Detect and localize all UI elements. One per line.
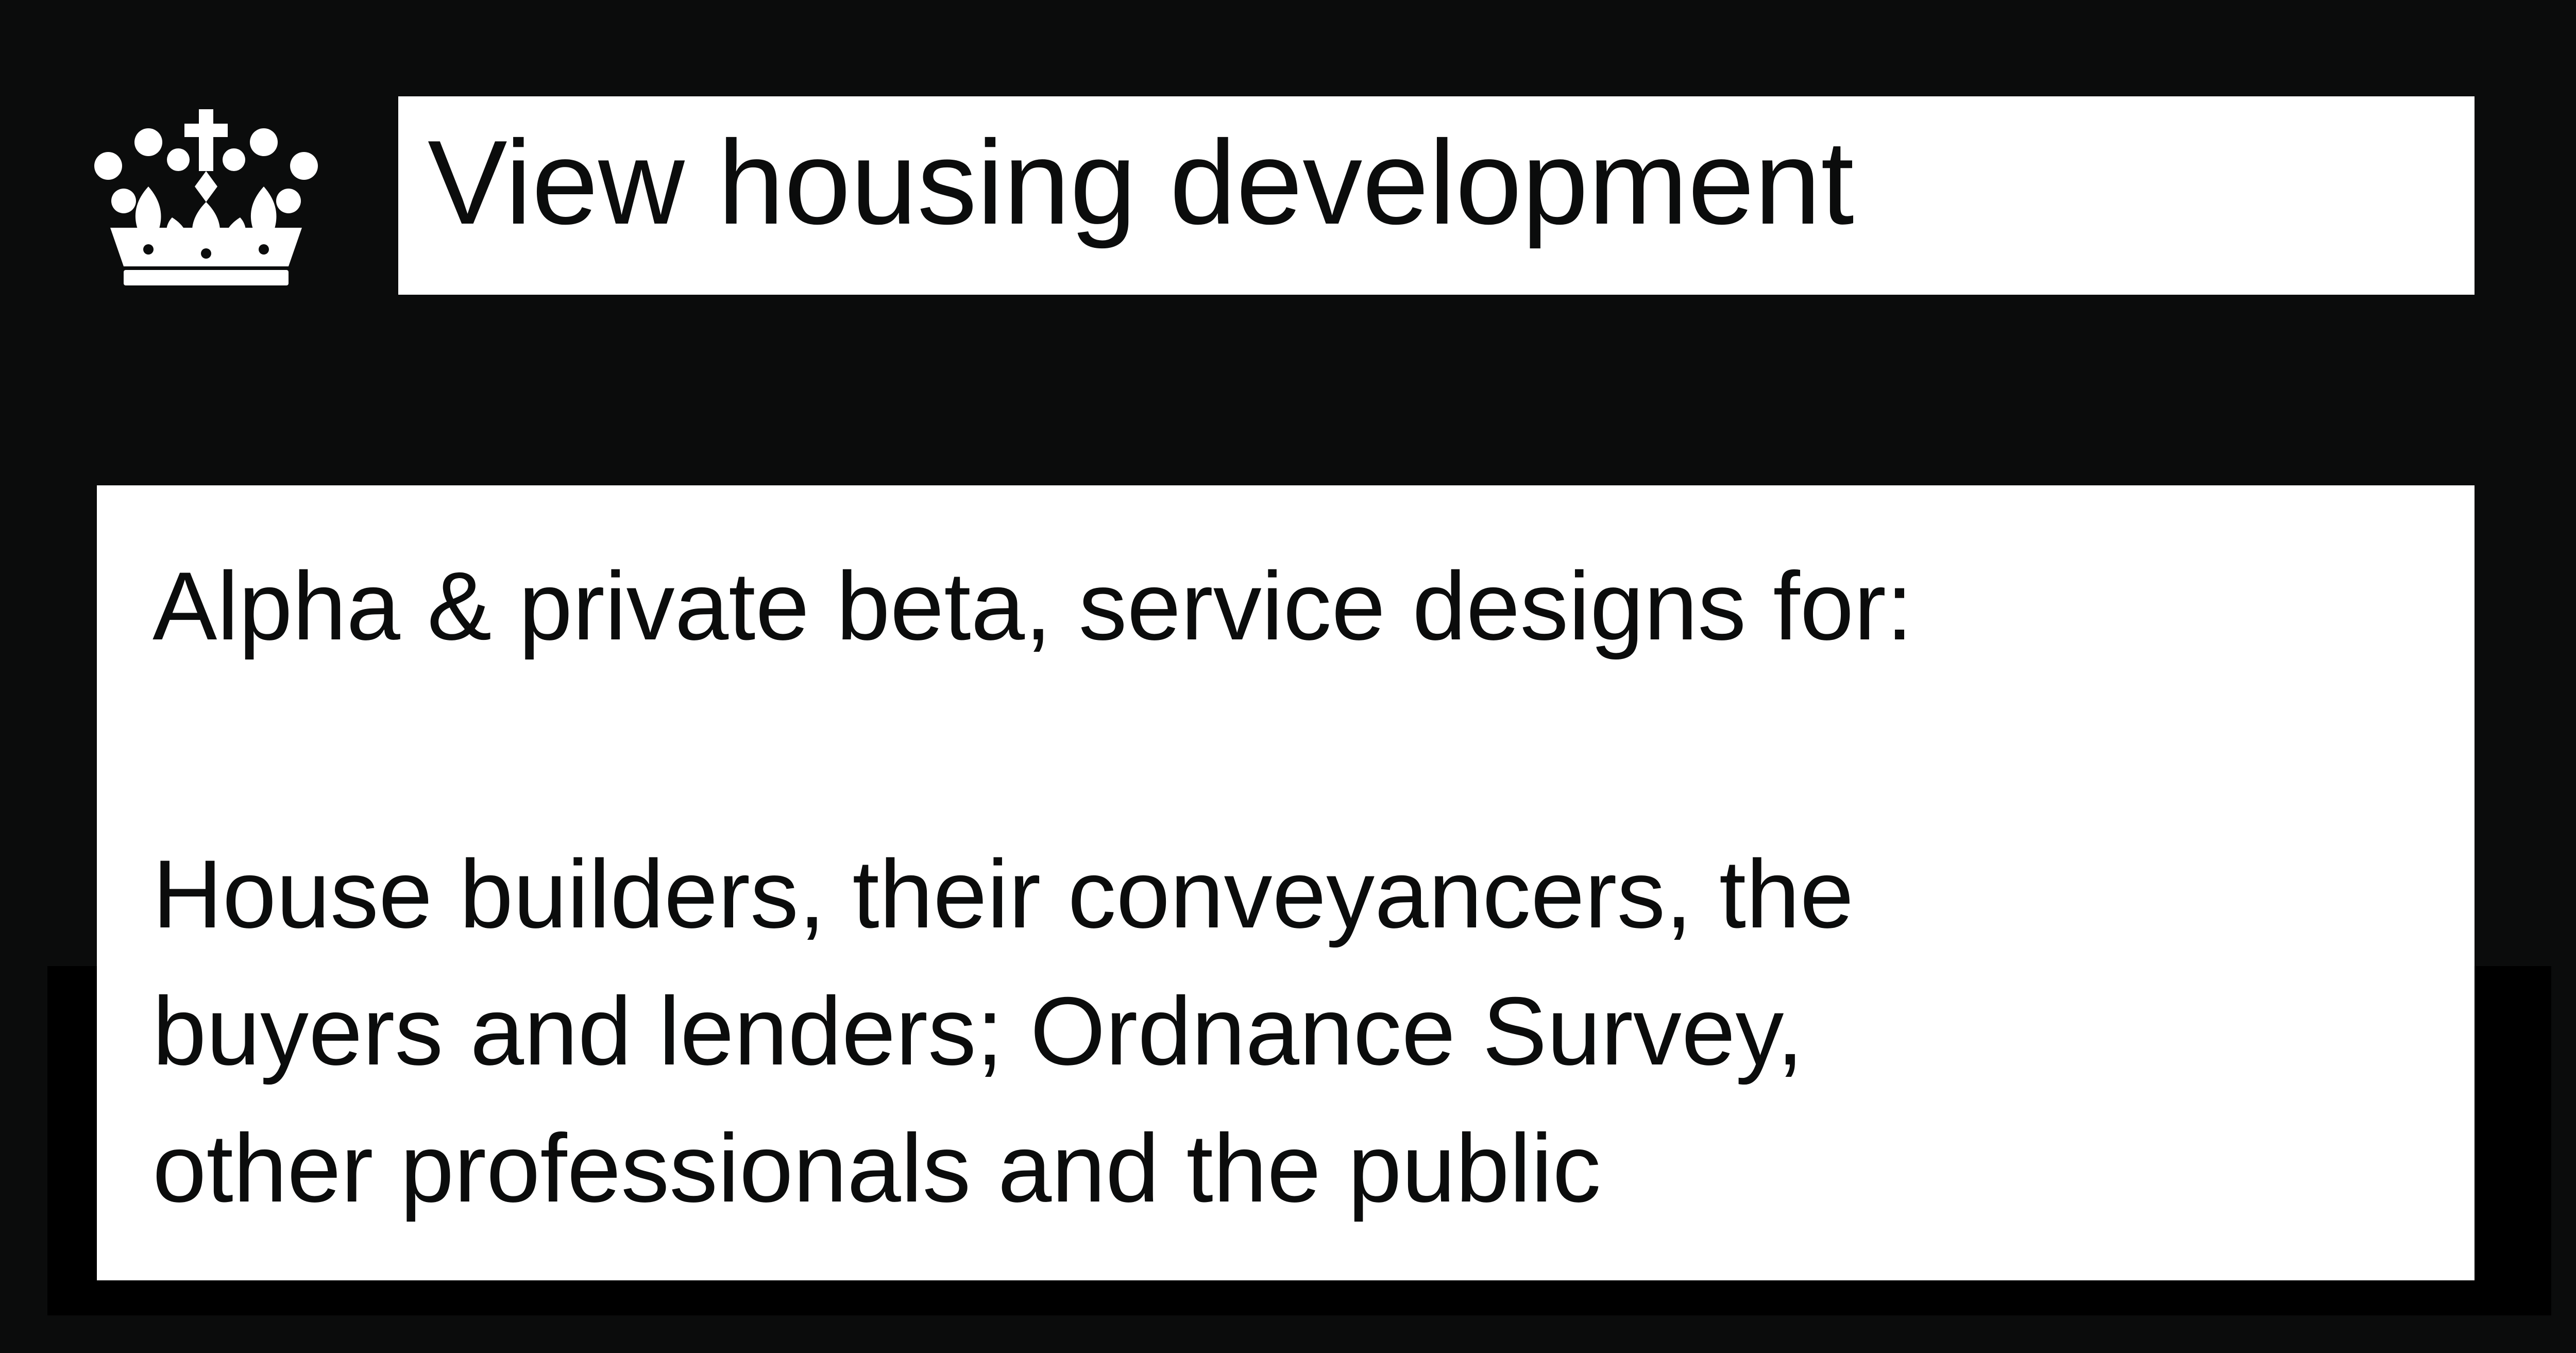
panel-line: buyers and lenders; Ordnance Survey, [152, 977, 1804, 1085]
description-panel: Alpha & private beta, service designs fo… [97, 485, 2475, 1280]
page-title: View housing development [428, 116, 1854, 249]
panel-body: House builders, their conveyancers, the … [152, 825, 1854, 1237]
crown-icon [94, 109, 318, 285]
panel-heading: Alpha & private beta, service designs fo… [152, 552, 1913, 660]
panel-line: House builders, their conveyancers, the [152, 840, 1854, 948]
title-banner: View housing development [398, 96, 2475, 295]
page: View housing development Alpha & private… [0, 0, 2576, 1353]
panel-line: other professionals and the public [152, 1114, 1601, 1222]
